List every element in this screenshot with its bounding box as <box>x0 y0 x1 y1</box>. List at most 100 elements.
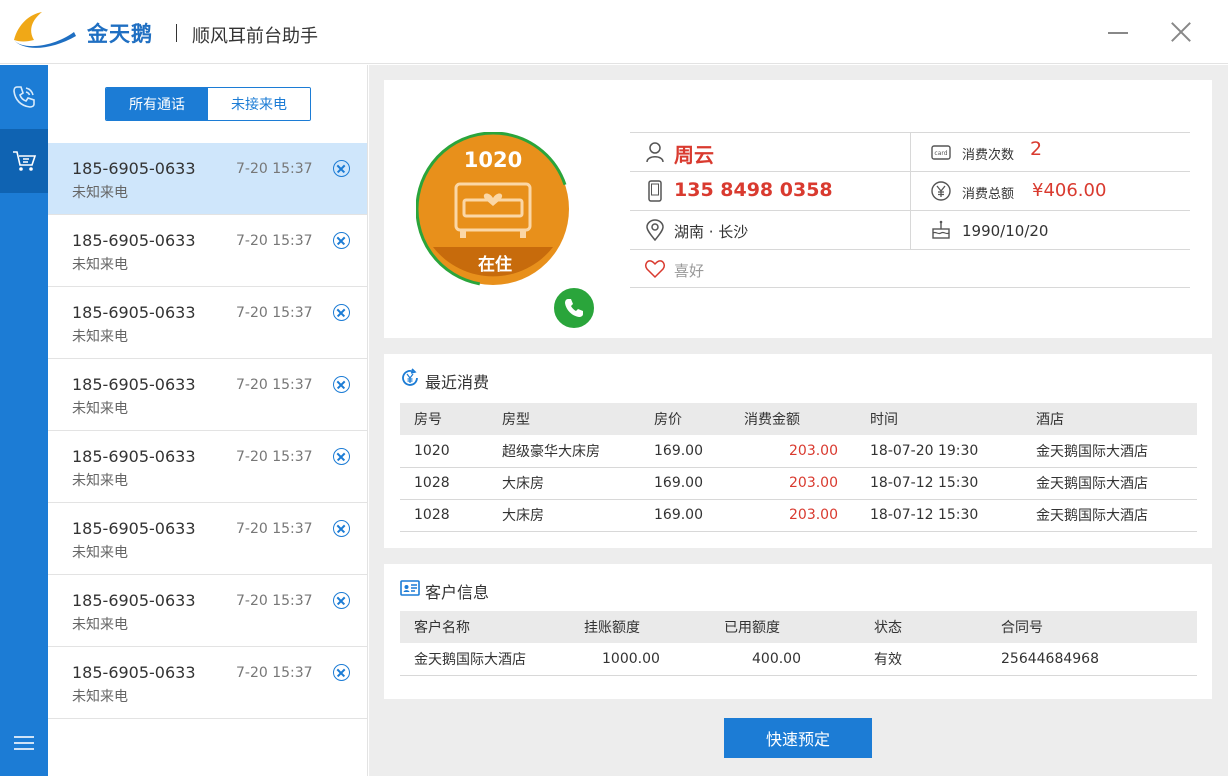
id-card-icon <box>400 580 420 596</box>
nav-shopping[interactable] <box>0 129 48 193</box>
call-list-item[interactable]: 185-6905-0633 未知来电 7-20 15:37 <box>48 215 367 287</box>
svg-text:card: card <box>934 150 947 157</box>
call-number: 185-6905-0633 <box>72 663 196 682</box>
total-label: 消费总额 <box>962 187 1015 202</box>
phone-icon <box>13 86 35 108</box>
cell-room-type: 超级豪华大床房 <box>488 435 640 468</box>
cell-amount: 203.00 <box>730 467 856 500</box>
customer-info-card: 客户信息 客户名称 挂账额度 已用额度 状态 合同号 金天鹅国际大酒店 1000.… <box>384 564 1212 699</box>
delete-call-icon[interactable] <box>333 232 350 249</box>
cell-customer-name: 金天鹅国际大酒店 <box>400 643 570 676</box>
yen-coin-icon <box>931 181 951 201</box>
swan-logo-icon <box>14 12 76 48</box>
recent-consumption-title: 最近消费 <box>425 373 490 392</box>
call-list-item[interactable]: 185-6905-0633 未知来电 7-20 15:37 <box>48 143 367 215</box>
call-list-item[interactable]: 185-6905-0633 未知来电 7-20 15:37 <box>48 287 367 359</box>
table-row: 1028 大床房 169.00 203.00 18-07-12 15:30 金天鹅国际大酒… <box>400 467 1197 500</box>
call-time: 7-20 15:37 <box>236 521 313 537</box>
room-badge: 1020 在住 <box>416 132 596 330</box>
close-button[interactable] <box>1168 20 1192 44</box>
consumption-table: 房号 房型 房价 消费金额 时间 酒店 1020 超级豪华大床房 169.00 203… <box>400 403 1197 532</box>
cell-time: 18-07-12 15:30 <box>856 499 1022 532</box>
main-content: 1020 在住 周云 card 消费次数 2 135 8498 0358 消费总… <box>369 65 1228 776</box>
guest-region: 湖南 · 长沙 <box>674 223 749 241</box>
call-status: 未知来电 <box>72 545 128 561</box>
col-customer-name: 客户名称 <box>400 611 570 643</box>
call-time: 7-20 15:37 <box>236 449 313 465</box>
guest-profile-card: 1020 在住 周云 card 消费次数 2 135 8498 0358 消费总… <box>384 80 1212 338</box>
quick-book-button[interactable]: 快速预定 <box>724 718 872 758</box>
delete-call-icon[interactable] <box>333 448 350 465</box>
cell-hotel: 金天鹅国际大酒店 <box>1022 499 1197 532</box>
col-state: 状态 <box>860 611 987 643</box>
guest-phone: 135 8498 0358 <box>674 179 833 201</box>
guest-birthday: 1990/10/20 <box>962 222 1049 240</box>
call-list: 185-6905-0633 未知来电 7-20 15:37 185-6905-0633… <box>48 143 367 719</box>
yen-refresh-icon <box>402 368 418 386</box>
cell-contract: 25644684968 <box>987 643 1197 676</box>
cell-used: 400.00 <box>710 643 860 676</box>
birthday-cake-icon <box>932 220 950 239</box>
cell-room: 1020 <box>400 435 488 468</box>
cart-icon <box>13 151 37 171</box>
total-value: ¥406.00 <box>1032 180 1107 201</box>
recent-consumption-card: 最近消费 房号 房型 房价 消费金额 时间 酒店 1020 超级豪华大床房 169.… <box>384 354 1212 548</box>
call-time: 7-20 15:37 <box>236 305 313 321</box>
col-hotel: 酒店 <box>1022 403 1197 435</box>
call-list-item[interactable]: 185-6905-0633 未知来电 7-20 15:37 <box>48 431 367 503</box>
col-contract: 合同号 <box>987 611 1197 643</box>
cell-amount: 203.00 <box>730 435 856 468</box>
cell-room-type: 大床房 <box>488 467 640 500</box>
tab-missed-calls[interactable]: 未接来电 <box>208 88 310 120</box>
col-credit: 挂账额度 <box>570 611 710 643</box>
call-number: 185-6905-0633 <box>72 231 196 250</box>
visits-value: 2 <box>1030 138 1043 160</box>
cell-hotel: 金天鹅国际大酒店 <box>1022 435 1197 468</box>
nav-calls[interactable] <box>0 65 48 129</box>
mobile-icon <box>648 180 662 202</box>
call-status: 未知来电 <box>72 185 128 201</box>
cell-room-type: 大床房 <box>488 499 640 532</box>
col-time: 时间 <box>856 403 1022 435</box>
guest-name: 周云 <box>674 143 714 167</box>
delete-call-icon[interactable] <box>333 520 350 537</box>
cell-hotel: 金天鹅国际大酒店 <box>1022 467 1197 500</box>
call-number: 185-6905-0633 <box>72 375 196 394</box>
minimize-button[interactable] <box>1106 22 1130 42</box>
call-list-panel: 所有通话 未接来电 185-6905-0633 未知来电 7-20 15:37 185… <box>48 65 368 776</box>
call-filter-tabs: 所有通话 未接来电 <box>105 87 311 121</box>
delete-call-icon[interactable] <box>333 160 350 177</box>
call-status: 未知来电 <box>72 257 128 273</box>
call-phone-icon[interactable] <box>552 286 596 330</box>
call-list-item[interactable]: 185-6905-0633 未知来电 7-20 15:37 <box>48 359 367 431</box>
call-list-item[interactable]: 185-6905-0633 未知来电 7-20 15:37 <box>48 647 367 719</box>
tab-all-calls[interactable]: 所有通话 <box>106 88 208 120</box>
call-status: 未知来电 <box>72 329 128 345</box>
call-status: 未知来电 <box>72 617 128 633</box>
cell-price: 169.00 <box>640 435 730 468</box>
delete-call-icon[interactable] <box>333 376 350 393</box>
call-number: 185-6905-0633 <box>72 519 196 538</box>
customer-info-title: 客户信息 <box>425 583 490 602</box>
cell-price: 169.00 <box>640 499 730 532</box>
call-list-item[interactable]: 185-6905-0633 未知来电 7-20 15:37 <box>48 503 367 575</box>
table-row: 金天鹅国际大酒店 1000.00 400.00 有效 25644684968 <box>400 643 1197 676</box>
call-time: 7-20 15:37 <box>236 161 313 177</box>
col-room-type: 房型 <box>488 403 640 435</box>
table-row: 1020 超级豪华大床房 169.00 203.00 18-07-20 19:30 金天鹅… <box>400 435 1197 468</box>
col-price: 房价 <box>640 403 730 435</box>
cell-price: 169.00 <box>640 467 730 500</box>
delete-call-icon[interactable] <box>333 664 350 681</box>
hobby-field[interactable]: 喜好 <box>674 260 704 281</box>
call-status: 未知来电 <box>72 401 128 417</box>
call-time: 7-20 15:37 <box>236 233 313 249</box>
call-number: 185-6905-0633 <box>72 159 196 178</box>
delete-call-icon[interactable] <box>333 592 350 609</box>
call-time: 7-20 15:37 <box>236 377 313 393</box>
call-list-item[interactable]: 185-6905-0633 未知来电 7-20 15:37 <box>48 575 367 647</box>
menu-icon[interactable] <box>14 736 34 752</box>
call-number: 185-6905-0633 <box>72 591 196 610</box>
delete-call-icon[interactable] <box>333 304 350 321</box>
guest-info-grid: 周云 card 消费次数 2 135 8498 0358 消费总额 ¥406.0… <box>630 132 1190 288</box>
room-number: 1020 <box>463 148 523 172</box>
